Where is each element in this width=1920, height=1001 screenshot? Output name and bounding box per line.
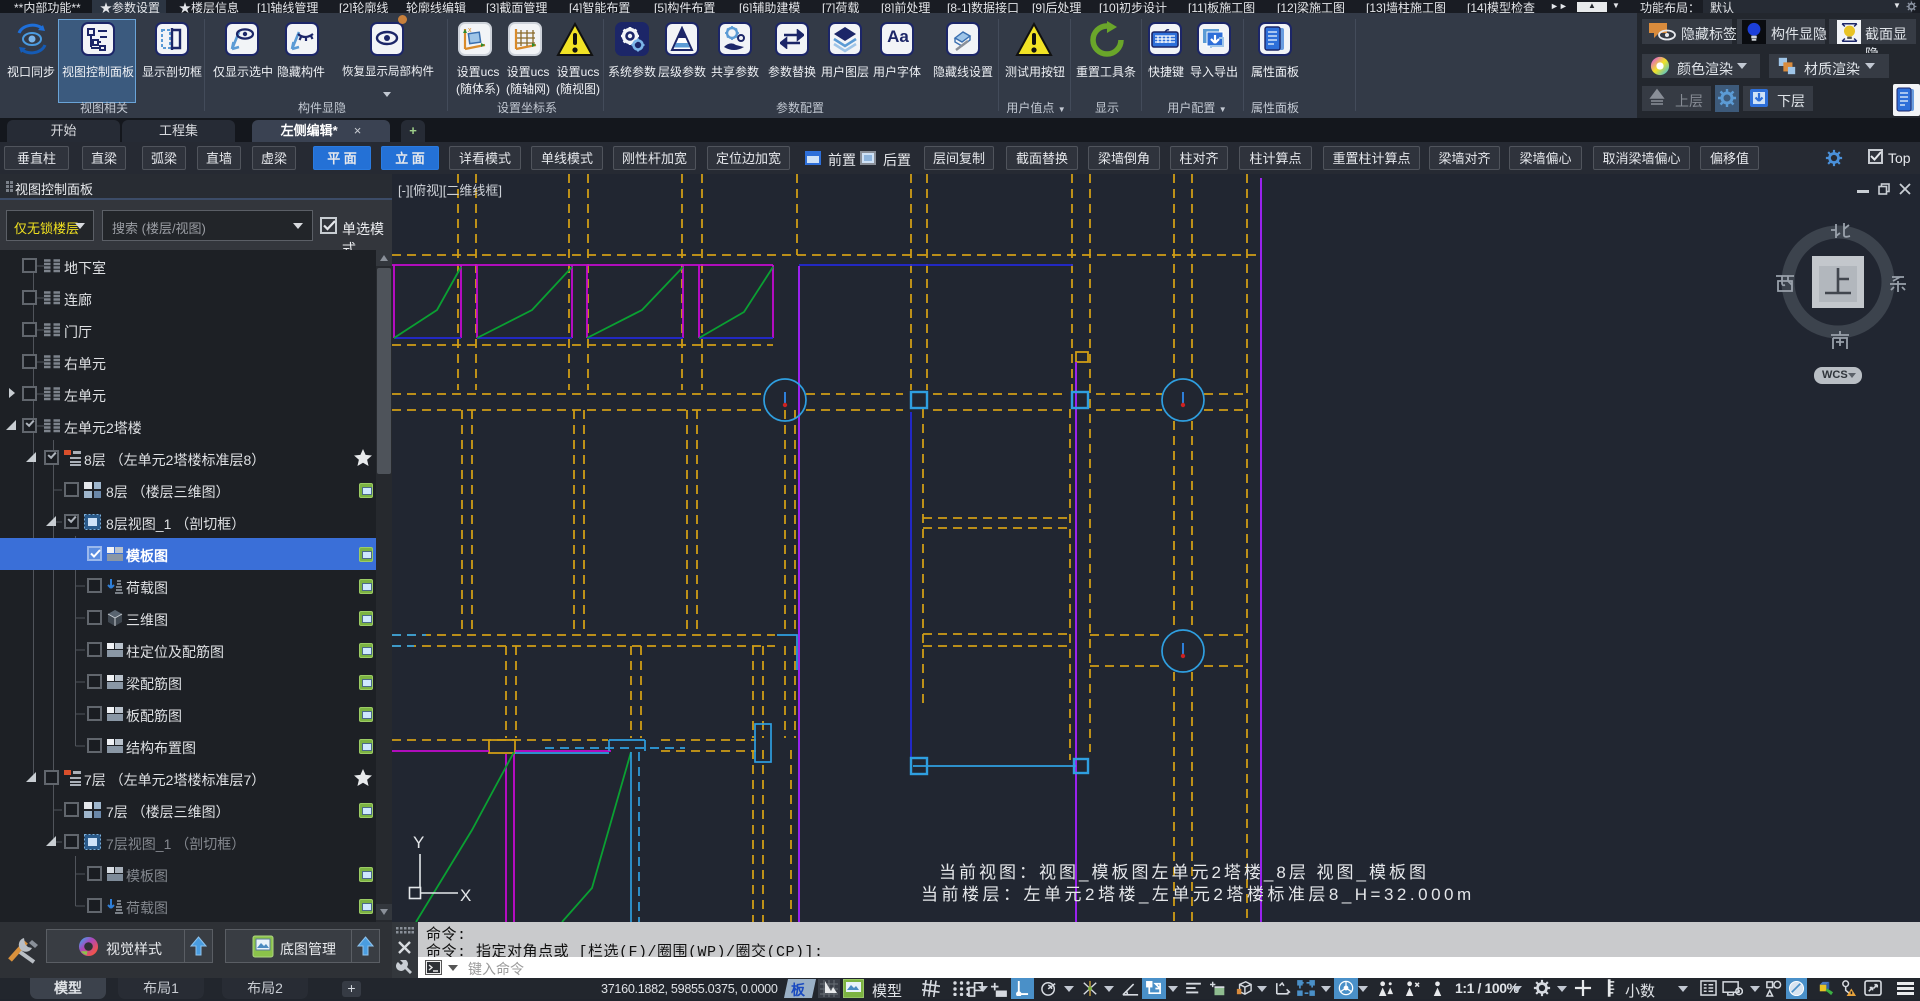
- svg-text:x: x: [468, 27, 472, 34]
- svg-text:X: X: [460, 886, 471, 905]
- svg-text:Y: Y: [413, 833, 424, 852]
